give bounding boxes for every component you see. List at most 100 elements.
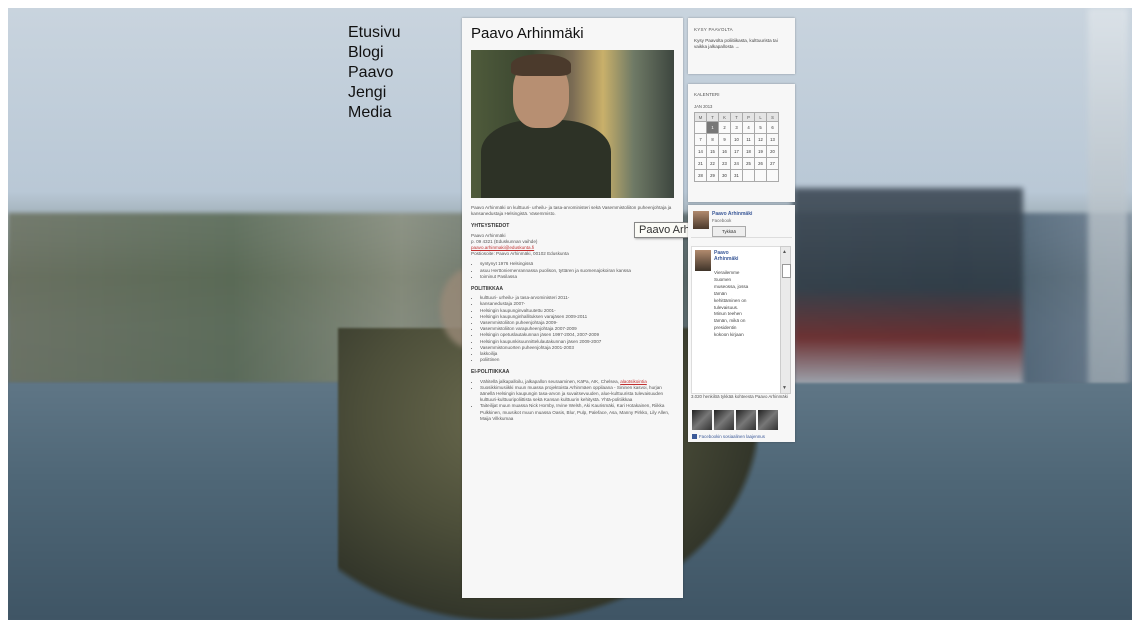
calendar-day[interactable]: 17 (730, 145, 743, 158)
calendar-week-row: 123456 (694, 121, 779, 134)
calendar-day[interactable]: 29 (706, 169, 719, 182)
calendar-day[interactable]: 6 (766, 121, 779, 134)
list-item: Taiteilijat muun muassa Nick Hornby, Irv… (480, 403, 676, 422)
scroll-down-icon[interactable]: ▼ (782, 385, 787, 391)
fan-thumbnails (692, 410, 780, 435)
calendar-weekday-row: MTKTPLS (694, 112, 779, 122)
nav-link-media[interactable]: Media (348, 103, 400, 123)
calendar-weekday: K (718, 112, 731, 122)
calendar-month: JAN 2013 (694, 104, 713, 109)
calendar-weekday: L (754, 112, 767, 122)
politics-list: kulttuuri- urheilu- ja tasa-arvominister… (471, 295, 676, 363)
avatar (695, 250, 711, 271)
contact-email-link[interactable]: paavo.arhinmaki@eduskunta.fi (471, 245, 534, 250)
calendar-day[interactable]: 31 (730, 169, 743, 182)
fan-avatar[interactable] (758, 410, 778, 430)
calendar-week-row: 21 22 23 24 25 26 27 (694, 157, 779, 170)
profile-photo (471, 50, 674, 198)
feed-scrollbar[interactable]: ▲ ▼ (780, 246, 791, 394)
scrollbar-thumb[interactable] (782, 264, 791, 278)
profile-text: Paavo Arhinmäki on kulttuuri- urheilu- j… (471, 205, 676, 426)
like-button[interactable]: Tykkää (712, 226, 746, 237)
calendar-week-row: 7 8 9 10 11 12 13 (694, 133, 779, 146)
photo-hair (511, 54, 571, 76)
fan-avatar[interactable] (692, 410, 712, 430)
calendar-day (766, 169, 779, 182)
ask-widget: KYSY PAAVOLTA Kysy Paavolta poliitiikast… (688, 18, 795, 74)
calendar-day[interactable]: 13 (766, 133, 779, 146)
calendar-title: KALENTERI (694, 92, 720, 97)
facebook-icon (692, 434, 697, 440)
inline-link[interactable]: alaotsikointia (620, 379, 647, 384)
facebook-footer-text: Facebookin sosiaalinen laajennus (699, 434, 765, 439)
facebook-feed: Paavo Arhinmäki Vierailemme Suomen museo… (691, 246, 784, 394)
crane-backdrop (1088, 8, 1128, 388)
calendar-day[interactable]: 19 (754, 145, 767, 158)
calendar-grid: MTKTPLS 1 2 3 4 5 6 7 8 9 10 11 12 13 14 15 16 17 18 19 20 2… (694, 112, 779, 182)
avatar (693, 211, 709, 229)
calendar-week-row: 14 15 16 17 18 19 20 (694, 145, 779, 158)
calendar-day[interactable]: 5 (754, 121, 767, 134)
facebook-page-name[interactable]: Paavo Arhinmäki (712, 211, 752, 217)
contact-address: Postiosoite: Paavo Arhinmäki, 00102 Edus… (471, 251, 569, 257)
calendar-day[interactable]: 16 (718, 145, 731, 158)
photo-jacket (481, 120, 611, 198)
fan-avatar[interactable] (736, 410, 756, 430)
calendar-day[interactable]: 27 (766, 157, 779, 170)
calendar-day[interactable]: 4 (742, 121, 755, 134)
intro-text: Paavo Arhinmäki on kulttuuri- urheilu- j… (471, 205, 672, 217)
calendar-day[interactable]: 3 (730, 121, 743, 134)
facebook-page-header: Paavo Arhinmäki Facebook Tykkää (691, 209, 792, 238)
calendar-day[interactable]: 26 (754, 157, 767, 170)
ship-backdrop (793, 188, 1023, 388)
calendar-weekday: T (730, 112, 743, 122)
calendar-day[interactable]: 15 (706, 145, 719, 158)
calendar-day[interactable]: 11 (742, 133, 755, 146)
post-text: Vierailemme Suomen museossa, jossa tämän… (714, 270, 749, 338)
list-item: Suosikkimusiikki muun muassa projektoist… (480, 385, 676, 404)
calendar-day[interactable]: 8 (706, 133, 719, 146)
calendar-day[interactable]: 14 (694, 145, 707, 158)
calendar-weekday: T (706, 112, 719, 122)
scroll-up-icon[interactable]: ▲ (782, 249, 787, 255)
calendar-day[interactable]: 24 (730, 157, 743, 170)
calendar-weekday: S (766, 112, 779, 122)
contact-name: Paavo Arhinmäki (471, 232, 506, 238)
nav-link-etusivu[interactable]: Etusivu (348, 23, 400, 43)
calendar-day[interactable]: 30 (718, 169, 731, 182)
nav-link-jengi[interactable]: Jengi (348, 83, 400, 103)
list-item: Vähitellä jalkapalloilu, jalkapallon seu… (480, 379, 676, 385)
calendar-day[interactable]: 10 (730, 133, 743, 146)
calendar-day (694, 121, 707, 134)
ask-widget-link[interactable]: Kysy Paavolta poliitiikasta, kulttuurist… (694, 38, 786, 49)
list-item: poliittinen (480, 357, 676, 363)
main-nav: Etusivu Blogi Paavo Jengi Media (348, 23, 400, 123)
calendar-day[interactable]: 23 (718, 157, 731, 170)
list-item-text: Vähitellä jalkapalloilu, jalkapallon seu… (480, 378, 619, 384)
calendar-weekday: M (694, 112, 707, 122)
calendar-day[interactable]: 28 (694, 169, 707, 182)
bio-list: syntynyt 1976 Helsingissä asuu Herttonie… (471, 261, 676, 280)
calendar-weekday: P (742, 112, 755, 122)
nav-link-blogi[interactable]: Blogi (348, 43, 400, 63)
calendar-day[interactable]: 25 (742, 157, 755, 170)
calendar-day[interactable]: 7 (694, 133, 707, 146)
calendar-day[interactable]: 1 (706, 121, 719, 134)
page-title: Paavo Arhinmäki (471, 25, 584, 42)
calendar-day[interactable]: 21 (694, 157, 707, 170)
nav-link-paavo[interactable]: Paavo (348, 63, 400, 83)
calendar-day[interactable]: 9 (718, 133, 731, 146)
politics-heading: POLITIIKKAA (471, 286, 503, 293)
post-author[interactable]: Paavo Arhinmäki (714, 250, 749, 262)
calendar-day[interactable]: 12 (754, 133, 767, 146)
calendar-day[interactable]: 20 (766, 145, 779, 158)
calendar-day[interactable]: 2 (718, 121, 731, 134)
fan-avatar[interactable] (714, 410, 734, 430)
facebook-footer[interactable]: Facebookin sosiaalinen laajennus (692, 434, 765, 440)
list-item: toiminut Pasilassa (480, 274, 676, 280)
nonpolitics-list: Vähitellä jalkapalloilu, jalkapallon seu… (471, 379, 676, 422)
calendar-day[interactable]: 22 (706, 157, 719, 170)
calendar-widget: KALENTERI JAN 2013 MTKTPLS 1 2 3 4 5 6 7 8 9 10 11… (688, 84, 795, 202)
facebook-widget: Paavo Arhinmäki Facebook Tykkää Paavo Ar… (688, 205, 795, 442)
calendar-day[interactable]: 18 (742, 145, 755, 158)
